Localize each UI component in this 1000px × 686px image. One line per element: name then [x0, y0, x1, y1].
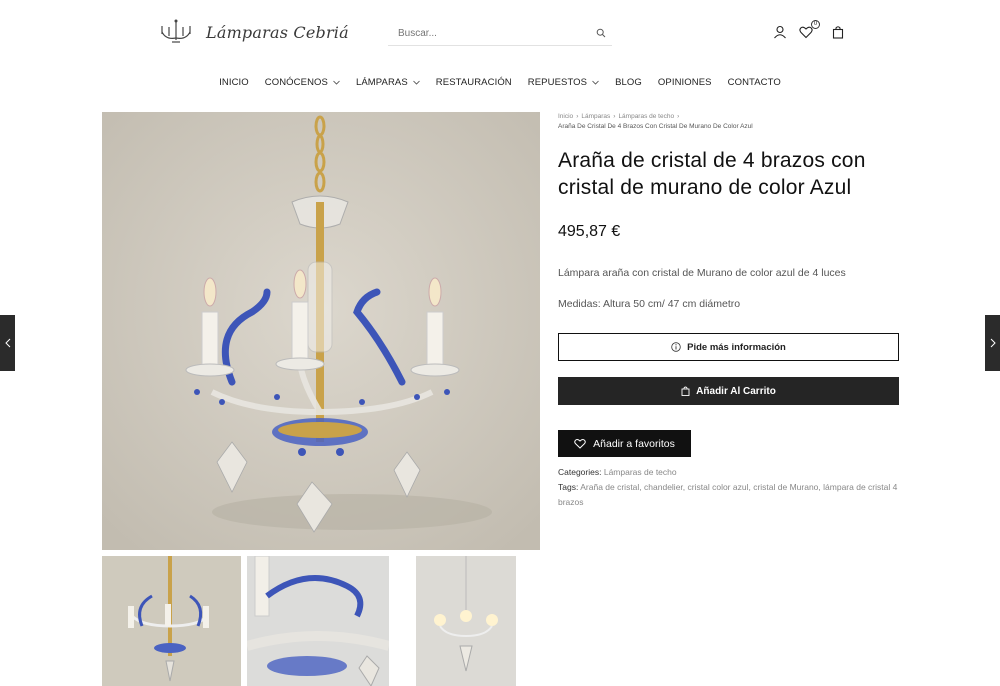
- request-info-label: Pide más información: [687, 341, 786, 353]
- categories-label: Categories:: [558, 467, 602, 477]
- request-info-button[interactable]: Pide más información: [558, 333, 899, 361]
- product-meta: Categories: Lámparas de techo Tags: Arañ…: [558, 465, 900, 510]
- thumbnail-chandelier-lit: [416, 556, 516, 686]
- main-product-image[interactable]: [102, 112, 540, 550]
- tag-link[interactable]: cristal color azul: [688, 482, 749, 492]
- add-to-cart-label: Añadir Al Carrito: [696, 385, 776, 397]
- breadcrumb-link[interactable]: Inicio: [558, 113, 573, 120]
- tag-link[interactable]: chandelier: [644, 482, 683, 492]
- site-header: Lámparas Cebriá 0: [0, 0, 1000, 66]
- nav-label: REPUESTOS: [527, 77, 588, 88]
- thumbnail-chandelier-full: [102, 556, 241, 686]
- shopping-bag-icon[interactable]: [831, 25, 845, 39]
- info-icon: [671, 342, 681, 352]
- nav-item-opiniones[interactable]: OPINIONES: [658, 77, 712, 88]
- add-to-cart-button[interactable]: Añadir Al Carrito: [558, 377, 899, 405]
- search-icon[interactable]: [596, 28, 606, 38]
- breadcrumb-link[interactable]: Lámparas de techo: [618, 113, 674, 120]
- nav-item-inicio[interactable]: INICIO: [219, 77, 249, 88]
- wishlist-count-badge: 0: [811, 20, 820, 29]
- nav-item-conocenos[interactable]: CONÓCENOS: [265, 77, 340, 88]
- nav-label: BLOG: [615, 77, 642, 88]
- tag-link[interactable]: cristal de Murano: [753, 482, 818, 492]
- shopping-bag-icon: [681, 386, 690, 396]
- user-account-icon[interactable]: [773, 25, 787, 39]
- nav-item-blog[interactable]: BLOG: [615, 77, 642, 88]
- thumbnail-image[interactable]: [416, 556, 516, 686]
- breadcrumb: Inicio › Lámparas › Lámparas de techo › Araña…: [558, 112, 900, 132]
- nav-item-lamparas[interactable]: LÁMPARAS: [356, 77, 420, 88]
- header-actions: 0: [773, 20, 845, 39]
- search-input[interactable]: [388, 28, 578, 39]
- nav-item-restauracion[interactable]: RESTAURACIÓN: [436, 77, 512, 88]
- category-link[interactable]: Lámparas de techo: [604, 467, 677, 477]
- thumbnail-image[interactable]: [102, 556, 241, 686]
- product-price: 495,87 €: [558, 223, 621, 240]
- product-title: Araña de cristal de 4 brazos con cristal…: [558, 149, 866, 199]
- tag-link[interactable]: Araña de cristal: [580, 482, 639, 492]
- product-description: Lámpara araña con cristal de Murano de c…: [558, 267, 846, 279]
- tags-label: Tags:: [558, 482, 579, 492]
- wishlist-button[interactable]: 0: [799, 20, 820, 39]
- chandelier-photo: [102, 112, 540, 550]
- chevron-down-icon: [592, 80, 599, 85]
- product-measures: Medidas: Altura 50 cm/ 47 cm diámetro: [558, 298, 741, 310]
- chandelier-logo-icon: [161, 19, 191, 43]
- chevron-left-icon: [4, 338, 10, 348]
- nav-item-repuestos[interactable]: REPUESTOS: [528, 77, 599, 88]
- previous-product-button[interactable]: [0, 315, 15, 371]
- breadcrumb-current: Araña De Cristal De 4 Brazos Con Cristal…: [558, 123, 753, 130]
- nav-label: CONÓCENOS: [264, 77, 328, 88]
- breadcrumb-link[interactable]: Lámparas: [581, 113, 610, 120]
- search-bar: [388, 22, 612, 46]
- nav-item-contacto[interactable]: CONTACTO: [728, 77, 781, 88]
- nav-label: OPINIONES: [657, 77, 712, 88]
- heart-icon: [574, 439, 586, 449]
- site-logo[interactable]: Lámparas Cebriá: [158, 16, 349, 48]
- chevron-right-icon: [990, 338, 996, 348]
- chevron-down-icon: [333, 80, 340, 85]
- nav-label: CONTACTO: [727, 77, 781, 88]
- nav-label: INICIO: [219, 77, 249, 88]
- thumbnail-chandelier-detail: [247, 556, 389, 686]
- next-product-button[interactable]: [985, 315, 1000, 371]
- nav-label: RESTAURACIÓN: [435, 77, 512, 88]
- add-to-favorites-label: Añadir a favoritos: [593, 437, 675, 450]
- product-summary: Inicio › Lámparas › Lámparas de techo › Araña…: [558, 112, 900, 510]
- nav-label: LÁMPARAS: [355, 77, 408, 88]
- chevron-down-icon: [413, 80, 420, 85]
- tags-row: Tags: Araña de cristal, chandelier, cris…: [558, 482, 898, 507]
- thumbnail-image[interactable]: [247, 556, 389, 686]
- categories-row: Categories: Lámparas de techo: [558, 465, 900, 480]
- logo-text: Lámparas Cebriá: [206, 22, 349, 42]
- add-to-favorites-button[interactable]: Añadir a favoritos: [558, 430, 691, 457]
- main-navigation: INICIO CONÓCENOS LÁMPARAS RESTAURACIÓN R…: [0, 77, 1000, 88]
